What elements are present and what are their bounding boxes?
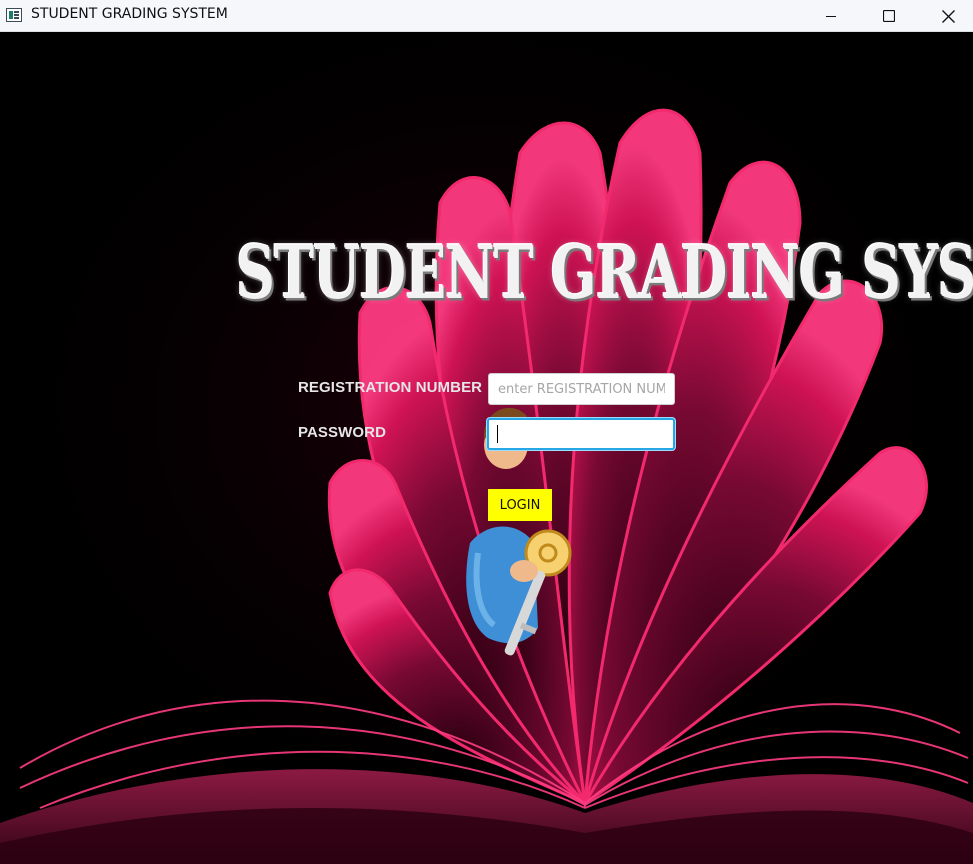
login-button[interactable]: LOGIN xyxy=(488,489,552,521)
minimize-button[interactable] xyxy=(808,0,854,32)
registration-number-input[interactable] xyxy=(488,373,675,405)
password-input[interactable] xyxy=(487,418,675,450)
login-panel: STUDENT GRADING SYSTEM REGISTRATION NUMB… xyxy=(0,33,973,864)
maximize-icon xyxy=(883,10,895,22)
java-app-icon xyxy=(6,8,22,22)
close-button[interactable] xyxy=(925,0,971,32)
minimize-icon xyxy=(826,16,836,17)
registration-number-label: REGISTRATION NUMBER xyxy=(298,379,483,396)
password-label: PASSWORD xyxy=(298,424,387,441)
text-caret xyxy=(497,425,498,443)
close-icon xyxy=(941,9,955,23)
page-title: STUDENT GRADING SYSTEM xyxy=(236,229,973,316)
app-window: STUDENT GRADING SYSTEM STUDENT GRADING R… xyxy=(0,0,973,864)
maximize-button[interactable] xyxy=(866,0,912,32)
title-bar[interactable]: STUDENT GRADING SYSTEM xyxy=(0,0,973,32)
window-title: STUDENT GRADING SYSTEM xyxy=(31,6,228,22)
